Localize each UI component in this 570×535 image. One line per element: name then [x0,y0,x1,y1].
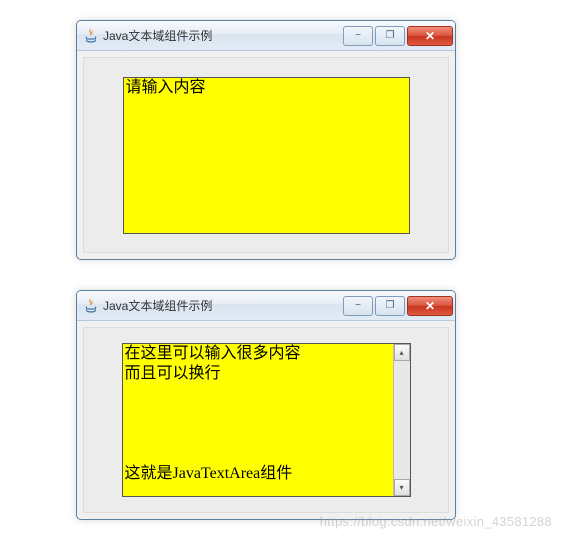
chevron-up-icon: ▴ [399,348,403,357]
window-title: Java文本域组件示例 [103,27,343,44]
text-area[interactable]: 在这里可以输入很多内容 而且可以换行 这就是JavaTextArea组件 [123,344,393,496]
maximize-icon: ❐ [386,30,395,41]
window-frame: Java文本域组件示例 − ❐ ✕ 请输入内容 [76,20,456,260]
maximize-icon: ❐ [386,300,395,311]
chevron-down-icon: ▾ [399,483,403,492]
window-frame: Java文本域组件示例 − ❐ ✕ 在这里可以输入很多内容 而且可以换行 这就是… [76,290,456,520]
textarea-container: 在这里可以输入很多内容 而且可以换行 这就是JavaTextArea组件 ▴ ▾ [122,343,411,497]
titlebar[interactable]: Java文本域组件示例 − ❐ ✕ [77,21,455,51]
minimize-icon: − [355,300,361,311]
vertical-scrollbar[interactable]: ▴ ▾ [393,344,410,496]
titlebar[interactable]: Java文本域组件示例 − ❐ ✕ [77,291,455,321]
minimize-button[interactable]: − [343,296,373,316]
textarea-container: 请输入内容 [123,77,410,234]
window-controls: − ❐ ✕ [343,26,453,46]
text-area[interactable]: 请输入内容 [124,78,409,233]
close-icon: ✕ [425,299,435,313]
watermark-text: https://blog.csdn.net/weixin_43581288 [320,514,552,529]
scroll-up-button[interactable]: ▴ [394,344,410,361]
window-controls: − ❐ ✕ [343,296,453,316]
maximize-button[interactable]: ❐ [375,26,405,46]
close-button[interactable]: ✕ [407,26,453,46]
window-title: Java文本域组件示例 [103,297,343,314]
client-area: 请输入内容 [83,57,449,253]
scroll-track[interactable] [394,361,410,479]
scroll-down-button[interactable]: ▾ [394,479,410,496]
close-button[interactable]: ✕ [407,296,453,316]
client-area: 在这里可以输入很多内容 而且可以换行 这就是JavaTextArea组件 ▴ ▾ [83,327,449,513]
close-icon: ✕ [425,29,435,43]
java-icon [83,298,99,314]
minimize-icon: − [355,30,361,41]
minimize-button[interactable]: − [343,26,373,46]
maximize-button[interactable]: ❐ [375,296,405,316]
java-icon [83,28,99,44]
